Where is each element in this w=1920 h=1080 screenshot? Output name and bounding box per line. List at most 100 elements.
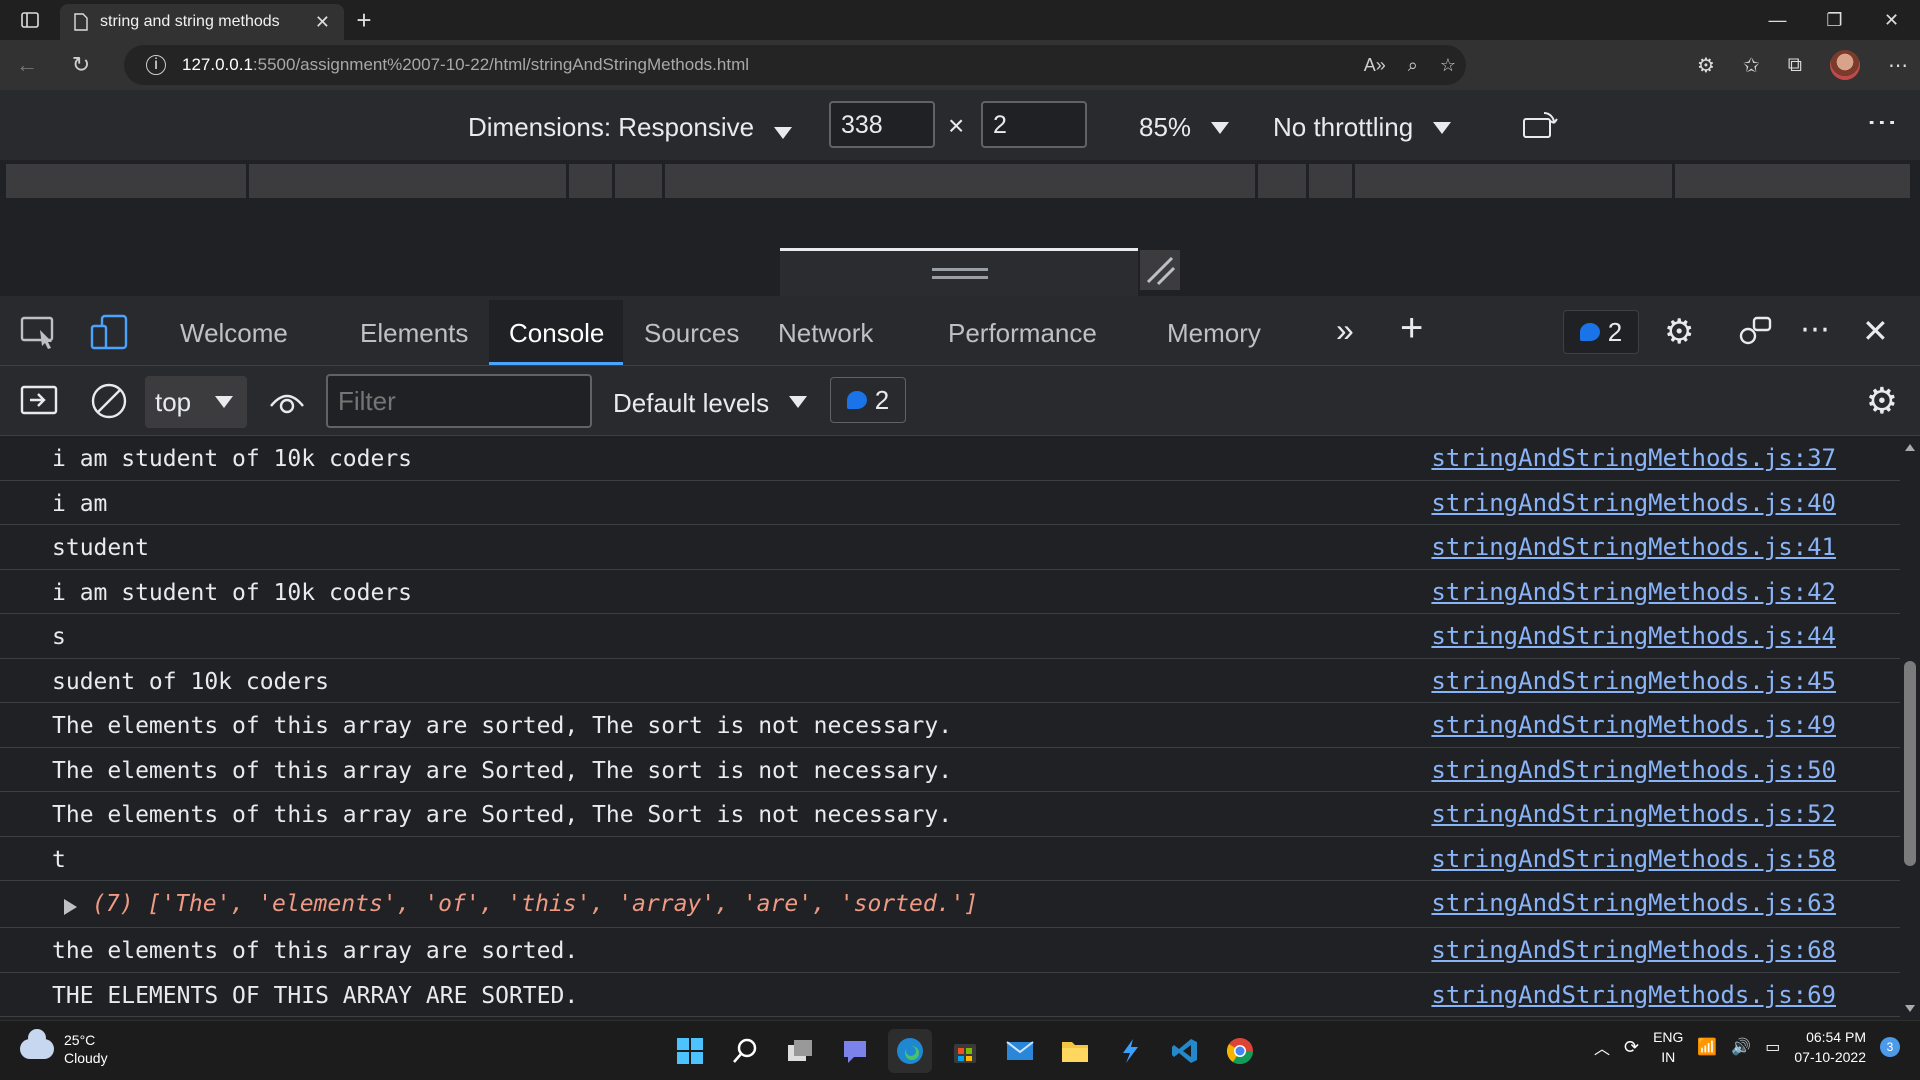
search-icon[interactable] [723,1029,767,1073]
more-tabs-icon[interactable]: » [1336,312,1354,349]
close-window-button[interactable]: ✕ [1863,0,1920,40]
source-link[interactable]: stringAndStringMethods.js:49 [1431,711,1836,739]
store-icon[interactable] [943,1029,987,1073]
resize-handle-bottom[interactable] [932,268,988,271]
console-message-array[interactable]: (7) ['The', 'elements', 'of', 'this', 'a… [0,881,1900,928]
weather-widget[interactable]: 25°C Cloudy [20,1029,108,1067]
more-options-icon[interactable]: ⋮ [1865,108,1900,140]
scroll-up-arrow-icon[interactable] [1905,444,1915,451]
source-link[interactable]: stringAndStringMethods.js:44 [1431,622,1836,650]
vscode-icon[interactable] [1163,1029,1207,1073]
device-emulation-icon[interactable] [90,314,128,350]
restore-button[interactable]: ❐ [1806,0,1863,40]
filter-input[interactable] [326,374,592,428]
sync-icon[interactable]: ⟳ [1624,1037,1639,1058]
add-favorite-icon[interactable]: ☆ [1440,55,1456,76]
expand-triangle-icon[interactable] [64,899,77,915]
profile-avatar[interactable] [1830,50,1860,80]
tab-sources[interactable]: Sources [644,318,739,349]
tab-console[interactable]: Console [509,318,604,349]
devtools-tab-bar: Welcome Elements Console Sources Network… [0,296,1920,366]
throttling-dropdown[interactable]: No throttling [1273,112,1452,143]
rotate-icon[interactable] [1522,111,1558,139]
new-tab-button[interactable]: + [344,0,384,40]
height-input[interactable]: 2 [981,101,1087,148]
battery-icon[interactable]: ▭ [1765,1037,1780,1057]
scroll-down-arrow-icon[interactable] [1905,1005,1915,1012]
wifi-icon[interactable]: 📶 [1697,1037,1717,1057]
source-link[interactable]: stringAndStringMethods.js:40 [1431,489,1836,517]
extensions-icon[interactable]: ⚙ [1697,53,1715,78]
site-info-icon[interactable]: i [146,55,166,75]
volume-icon[interactable]: 🔊 [1731,1037,1751,1057]
zoom-dropdown[interactable]: 85% [1139,112,1230,143]
task-view-icon[interactable] [778,1029,822,1073]
source-link[interactable]: stringAndStringMethods.js:52 [1431,800,1836,828]
clear-console-icon[interactable] [90,382,128,420]
browser-tab[interactable]: string and string methods ✕ [60,4,344,40]
console-issues-button[interactable]: 2 [830,377,906,423]
inspect-element-icon[interactable] [20,314,58,350]
feedback-icon[interactable] [1736,314,1774,350]
language-indicator[interactable]: ENG IN [1653,1027,1683,1067]
minimize-button[interactable]: — [1749,0,1806,40]
chevron-down-icon [1433,122,1452,134]
source-link[interactable]: stringAndStringMethods.js:69 [1431,981,1836,1009]
live-expression-eye-icon[interactable] [268,386,306,416]
close-tab-icon[interactable]: ✕ [315,12,330,33]
issues-button[interactable]: 2 [1563,310,1639,354]
weather-condition: Cloudy [64,1050,108,1066]
chat-icon[interactable] [833,1029,877,1073]
start-windows-icon[interactable] [668,1029,712,1073]
source-link[interactable]: stringAndStringMethods.js:37 [1431,444,1836,472]
dimension-separator: × [948,110,965,141]
tab-welcome[interactable]: Welcome [180,318,288,349]
log-levels-dropdown[interactable]: Default levels [613,388,808,419]
collections-icon[interactable]: ⧉ [1788,54,1802,77]
source-link[interactable]: stringAndStringMethods.js:58 [1431,845,1836,873]
source-link[interactable]: stringAndStringMethods.js:50 [1431,756,1836,784]
scrollbar-thumb[interactable] [1904,661,1916,866]
issues-count: 2 [874,384,890,415]
settings-gear-icon[interactable]: ⚙ [1664,312,1694,352]
tab-actions-button[interactable] [0,0,60,40]
source-link[interactable]: stringAndStringMethods.js:68 [1431,936,1836,964]
refresh-button[interactable]: ↻ [54,40,108,90]
add-tab-icon[interactable]: + [1400,306,1423,351]
file-explorer-icon[interactable] [1053,1029,1097,1073]
width-input[interactable]: 338 [829,101,935,148]
console-settings-gear-icon[interactable]: ⚙ [1866,380,1898,422]
edge-browser-icon[interactable] [888,1029,932,1073]
console-message: THE ELEMENTS OF THIS ARRAY ARE SORTED. st… [0,973,1900,1017]
back-button[interactable]: ← [0,40,54,90]
clock[interactable]: 06:54 PM 07-10-2022 [1794,1027,1866,1067]
mail-icon[interactable] [998,1029,1042,1073]
tab-network[interactable]: Network [778,318,873,349]
tab-elements[interactable]: Elements [360,318,468,349]
array-preview[interactable]: (7) ['The', 'elements', 'of', 'this', 'a… [92,891,978,917]
console-scrollbar[interactable] [1900,436,1920,1020]
read-aloud-icon[interactable]: A» [1364,55,1386,76]
customize-menu-icon[interactable]: ⋯ [1800,312,1830,347]
close-devtools-icon[interactable]: ✕ [1862,312,1889,350]
source-link[interactable]: stringAndStringMethods.js:45 [1431,667,1836,695]
zoom-icon[interactable]: ⌕ [1408,55,1418,76]
favorites-icon[interactable]: ✩ [1743,53,1760,78]
address-bar[interactable]: i 127.0.0.1:5500/assignment%2007-10-22/h… [124,45,1466,85]
media-query-bar[interactable] [0,160,1920,202]
resize-handle-corner[interactable] [1140,250,1180,290]
tab-performance[interactable]: Performance [948,318,1097,349]
settings-more-icon[interactable]: ⋯ [1888,53,1908,78]
notification-badge[interactable]: 3 [1880,1037,1900,1057]
source-link[interactable]: stringAndStringMethods.js:42 [1431,578,1836,606]
source-link[interactable]: stringAndStringMethods.js:63 [1431,889,1836,917]
context-selector[interactable]: top [145,376,247,428]
power-automate-icon[interactable] [1108,1029,1152,1073]
source-link[interactable]: stringAndStringMethods.js:41 [1431,533,1836,561]
tab-memory[interactable]: Memory [1167,318,1261,349]
dimensions-label: Dimensions: Responsive [468,112,755,142]
chrome-icon[interactable] [1218,1029,1262,1073]
sidebar-toggle-icon[interactable] [20,384,58,418]
dimensions-dropdown[interactable]: Dimensions: Responsive [468,112,793,143]
chevron-up-icon[interactable]: ︿ [1594,1035,1610,1059]
